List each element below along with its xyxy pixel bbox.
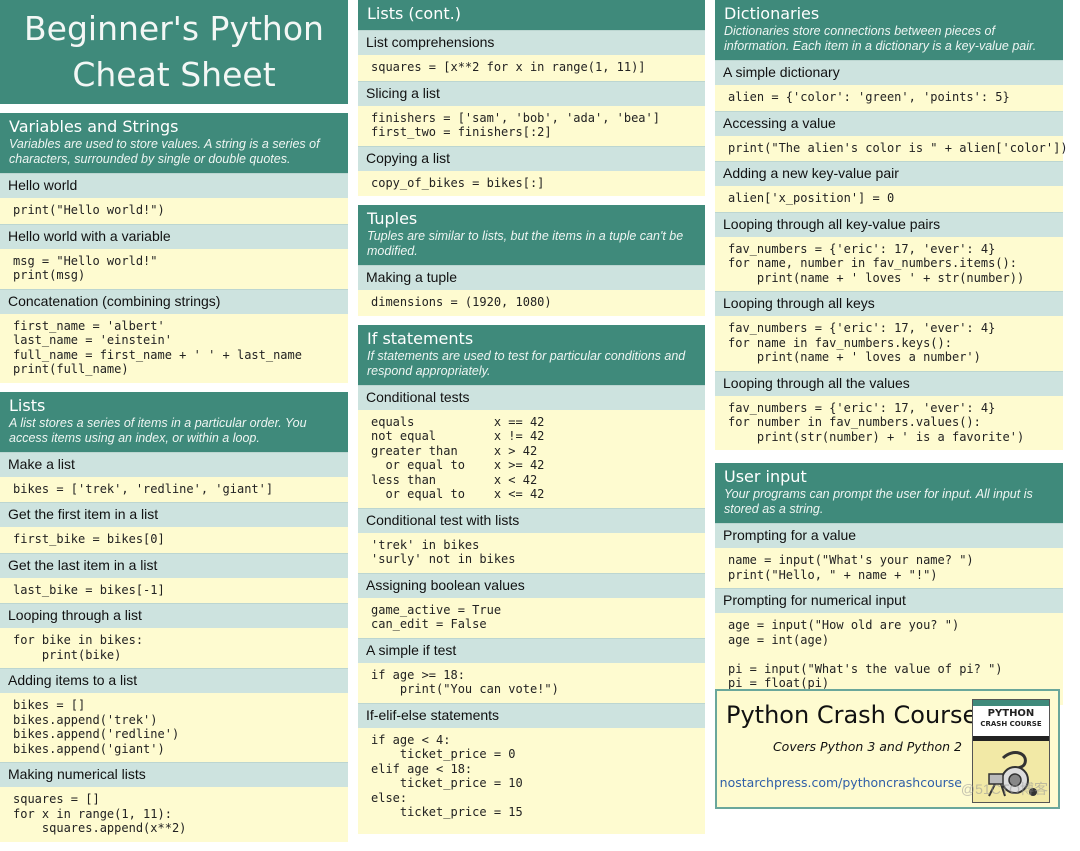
subheading: Looping through all key-value pairs xyxy=(715,211,1063,237)
code-block: dimensions = (1920, 1080) xyxy=(358,290,705,316)
subheading: If-elif-else statements xyxy=(358,702,705,728)
page-title-line-2: Cheat Sheet xyxy=(72,55,276,94)
code-block: squares = [x**2 for x in range(1, 11)] xyxy=(358,55,705,81)
subheading: Making numerical lists xyxy=(0,762,348,787)
page-title-line-1: Beginner's Python xyxy=(24,9,324,48)
subheading: Conditional test with lists xyxy=(358,507,705,533)
subheading: Looping through all keys xyxy=(715,291,1063,316)
book-promo: Python Crash Course Covers Python 3 and … xyxy=(715,689,1060,809)
code-block: squares = [] for x in range(1, 11): squa… xyxy=(0,787,348,842)
code-block: equals x == 42 not equal x != 42 greater… xyxy=(358,409,705,508)
section-header: Tuples Tuples are similar to lists, but … xyxy=(358,205,705,265)
code-block: first_name = 'albert' last_name = 'einst… xyxy=(0,313,348,383)
code-block: fav_numbers = {'eric': 17, 'ever': 4} fo… xyxy=(715,316,1063,371)
section-header: Lists (cont.) xyxy=(358,0,705,30)
code-block: for bike in bikes: print(bike) xyxy=(0,628,348,668)
section-tuples: Tuples Tuples are similar to lists, but … xyxy=(358,205,705,316)
code-block: bikes = ['trek', 'redline', 'giant'] xyxy=(0,476,348,502)
section-title: If statements xyxy=(367,328,474,348)
section-header: Variables and Strings Variables are used… xyxy=(0,113,348,173)
subheading: Looping through all the values xyxy=(715,370,1063,396)
section-description: Your programs can prompt the user for in… xyxy=(724,487,1033,516)
code-block: first_bike = bikes[0] xyxy=(0,527,348,553)
section-title: Lists (cont.) xyxy=(367,4,461,23)
section-lists: Lists A list stores a series of items in… xyxy=(0,391,348,842)
cover-title-1: PYTHON xyxy=(987,708,1035,719)
book-title: Python Crash Course xyxy=(726,701,978,729)
code-block: print("Hello world!") xyxy=(0,198,348,224)
section-description: If statements are used to test for parti… xyxy=(367,348,686,378)
subheading: Get the last item in a list xyxy=(0,552,348,578)
code-block: alien['x_position'] = 0 xyxy=(715,186,1063,212)
cover-title-band: PYTHON CRASH COURSE xyxy=(973,706,1049,736)
subheading: A simple if test xyxy=(358,637,705,663)
subheading: Adding a new key-value pair xyxy=(715,161,1063,186)
book-subtitle: Covers Python 3 and Python 2 xyxy=(772,739,962,754)
section-title: Tuples xyxy=(367,209,418,228)
code-block: fav_numbers = {'eric': 17, 'ever': 4} fo… xyxy=(715,395,1063,450)
subheading: Looping through a list xyxy=(0,603,348,628)
subheading: Accessing a value xyxy=(715,110,1063,136)
section-user-input: User input Your programs can prompt the … xyxy=(715,463,1063,705)
subheading: Hello world with a variable xyxy=(0,223,348,249)
code-block: if age >= 18: print("You can vote!") xyxy=(358,662,705,703)
subheading: Slicing a list xyxy=(358,80,705,106)
code-block: fav_numbers = {'eric': 17, 'ever': 4} fo… xyxy=(715,236,1063,291)
section-if-statements: If statements If statements are used to … xyxy=(358,324,705,834)
subheading: A simple dictionary xyxy=(715,60,1063,85)
subheading: Hello world xyxy=(0,173,348,198)
code-block: 'trek' in bikes 'surly' not in bikes xyxy=(358,532,705,573)
subheading: Prompting for numerical input xyxy=(715,588,1063,613)
section-description: Tuples are similar to lists, but the ite… xyxy=(367,229,684,258)
section-title: Lists xyxy=(9,395,46,415)
section-header: Lists A list stores a series of items in… xyxy=(0,391,348,452)
section-title: Variables and Strings xyxy=(9,117,179,136)
cover-dark-bar xyxy=(973,736,1049,741)
column-1: Beginner's Python Cheat Sheet Variables … xyxy=(0,0,348,851)
section-header: User input Your programs can prompt the … xyxy=(715,463,1063,523)
code-block: if age < 4: ticket_price = 0 elif age < … xyxy=(358,727,705,834)
section-description: Variables are used to store values. A st… xyxy=(9,137,320,166)
code-block: alien = {'color': 'green', 'points': 5} xyxy=(715,85,1063,111)
code-block: last_bike = bikes[-1] xyxy=(0,577,348,603)
subheading: Adding items to a list xyxy=(0,668,348,693)
book-link[interactable]: nostarchpress.com/pythoncrashcourse xyxy=(720,775,962,790)
section-description: Dictionaries store connections between p… xyxy=(724,24,1037,53)
subheading: Concatenation (combining strings) xyxy=(0,288,348,314)
page-title: Beginner's Python Cheat Sheet xyxy=(0,0,348,104)
section-header: Dictionaries Dictionaries store connecti… xyxy=(715,0,1063,60)
subheading: Assigning boolean values xyxy=(358,572,705,598)
section-description: A list stores a series of items in a par… xyxy=(9,415,307,445)
section-title: User input xyxy=(724,467,807,486)
subheading: Making a tuple xyxy=(358,265,705,290)
column-2: Lists (cont.) List comprehensions square… xyxy=(358,0,705,843)
code-block: finishers = ['sam', 'bob', 'ada', 'bea']… xyxy=(358,105,705,146)
code-block: name = input("What's your name? ") print… xyxy=(715,548,1063,588)
section-header: If statements If statements are used to … xyxy=(358,324,705,385)
section-variables-and-strings: Variables and Strings Variables are used… xyxy=(0,113,348,383)
subheading: Conditional tests xyxy=(358,384,705,410)
subheading: Make a list xyxy=(0,451,348,477)
section-lists-cont: Lists (cont.) List comprehensions square… xyxy=(358,0,705,196)
subheading: Get the first item in a list xyxy=(0,502,348,527)
code-block: msg = "Hello world!" print(msg) xyxy=(0,248,348,289)
section-dictionaries: Dictionaries Dictionaries store connecti… xyxy=(715,0,1068,450)
section-title: Dictionaries xyxy=(724,4,820,23)
subheading: Prompting for a value xyxy=(715,523,1063,548)
code-block: copy_of_bikes = bikes[:] xyxy=(358,170,705,196)
watermark: @51CTO博客 xyxy=(960,781,1048,797)
subheading: List comprehensions xyxy=(358,30,705,55)
code-block: bikes = [] bikes.append('trek') bikes.ap… xyxy=(0,693,348,762)
subheading: Copying a list xyxy=(358,145,705,171)
cover-title-2: CRASH COURSE xyxy=(980,720,1042,728)
column-3: Dictionaries Dictionaries store connecti… xyxy=(715,0,1068,714)
code-block: game_active = True can_edit = False xyxy=(358,597,705,638)
code-block: print("The alien's color is " + alien['c… xyxy=(715,135,1068,161)
